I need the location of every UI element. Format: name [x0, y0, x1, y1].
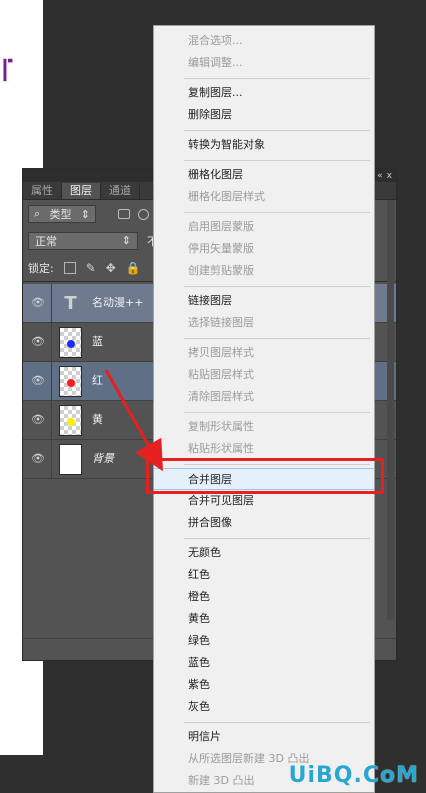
background-thumbnail: [59, 444, 82, 475]
menu-item-delete-layer[interactable]: 删除图层: [154, 104, 374, 126]
menu-item-postcard[interactable]: 明信片: [154, 726, 374, 748]
eye-icon[interactable]: 👁: [31, 413, 45, 427]
menu-item-paste-shape-attributes[interactable]: 粘贴形状属性: [154, 438, 374, 460]
menu-item-color-gray[interactable]: 灰色: [154, 696, 374, 718]
layer-filter-select[interactable]: ⌕ 类型 ⇕: [28, 205, 96, 223]
panel-scrollbar[interactable]: [387, 200, 394, 620]
merge-layers-highlight-box: [146, 458, 384, 494]
layer-name: 背景: [92, 452, 114, 465]
layer-thumbnail: [59, 366, 82, 397]
menu-item-copy-layer-style[interactable]: 拷贝图层样式: [154, 342, 374, 364]
text-layer-thumbnail: T: [64, 293, 77, 314]
menu-separator: [184, 722, 370, 723]
menu-item-paste-layer-style[interactable]: 粘贴图层样式: [154, 364, 374, 386]
chevron-updown-icon: ⇕: [80, 207, 90, 221]
thumbnail-dot: [67, 379, 75, 387]
menu-item-flatten-image[interactable]: 拼合图像: [154, 512, 374, 534]
layer-name: 名动漫++: [92, 296, 144, 309]
menu-separator: [184, 412, 370, 413]
menu-item-blending-options[interactable]: 混合选项...: [154, 30, 374, 52]
tab-channels[interactable]: 通道: [101, 183, 140, 199]
layer-divider: [51, 401, 52, 439]
menu-item-color-green[interactable]: 绿色: [154, 630, 374, 652]
doc-text-fragment-icon: ≒: [0, 55, 22, 85]
eye-icon[interactable]: 👁: [31, 374, 45, 388]
layer-thumbnail: [59, 327, 82, 358]
layer-name: 黄: [92, 413, 103, 426]
eye-icon[interactable]: 👁: [31, 452, 45, 466]
collapse-icon[interactable]: «: [377, 171, 383, 181]
menu-separator: [184, 212, 370, 213]
thumbnail-dot: [67, 340, 75, 348]
layer-name: 蓝: [92, 335, 103, 348]
chevron-updown-icon: ⇕: [121, 234, 131, 247]
menu-item-clear-layer-style[interactable]: 清除图层样式: [154, 386, 374, 408]
tab-properties[interactable]: 属性: [23, 183, 62, 199]
lock-icon[interactable]: 🔒: [126, 262, 141, 274]
menu-separator: [184, 538, 370, 539]
menu-item-color-orange[interactable]: 橙色: [154, 586, 374, 608]
menu-item-color-blue[interactable]: 蓝色: [154, 652, 374, 674]
thumbnail-dot: [67, 418, 75, 426]
layer-divider: [51, 440, 52, 478]
menu-item-duplicate-layer[interactable]: 复制图层...: [154, 82, 374, 104]
menu-item-select-linked-layers[interactable]: 选择链接图层: [154, 312, 374, 334]
layer-divider: [51, 323, 52, 361]
menu-item-color-yellow[interactable]: 黄色: [154, 608, 374, 630]
layer-thumbnail: [59, 405, 82, 436]
brush-icon[interactable]: ✎: [86, 262, 96, 274]
adjustment-filter-icon[interactable]: [138, 208, 149, 220]
menu-item-color-red[interactable]: 红色: [154, 564, 374, 586]
layer-name: 红: [92, 374, 103, 387]
search-icon: ⌕: [34, 207, 41, 220]
eye-icon[interactable]: 👁: [31, 296, 45, 310]
blend-mode-value: 正常: [35, 234, 57, 248]
menu-item-rasterize-layer[interactable]: 栅格化图层: [154, 164, 374, 186]
image-filter-icon[interactable]: [118, 209, 130, 219]
layer-divider: [51, 284, 52, 322]
menu-separator: [184, 286, 370, 287]
layer-divider: [51, 362, 52, 400]
move-icon[interactable]: ✥: [106, 262, 116, 274]
filter-label: 类型: [49, 208, 72, 221]
menu-item-enable-layer-mask[interactable]: 启用图层蒙版: [154, 216, 374, 238]
menu-separator: [184, 160, 370, 161]
menu-item-create-clipping-mask[interactable]: 创建剪贴蒙版: [154, 260, 374, 282]
menu-item-link-layers[interactable]: 链接图层: [154, 290, 374, 312]
watermark: UiBQ.CoM: [288, 763, 419, 788]
menu-item-color-violet[interactable]: 紫色: [154, 674, 374, 696]
tab-layers[interactable]: 图层: [62, 183, 101, 199]
menu-item-convert-smart-object[interactable]: 转换为智能对象: [154, 134, 374, 156]
menu-item-edit-adjustment[interactable]: 编辑调整...: [154, 52, 374, 74]
menu-separator: [184, 130, 370, 131]
menu-item-color-none[interactable]: 无颜色: [154, 542, 374, 564]
filter-icons: [118, 208, 149, 220]
close-icon[interactable]: x: [387, 171, 392, 181]
lock-transparent-icon[interactable]: [63, 261, 76, 274]
panel-controls: « x: [377, 169, 392, 182]
eye-icon[interactable]: 👁: [31, 335, 45, 349]
menu-item-disable-vector-mask[interactable]: 停用矢量蒙版: [154, 238, 374, 260]
menu-separator: [184, 338, 370, 339]
blend-mode-select[interactable]: 正常 ⇕: [28, 231, 138, 250]
lock-label: 锁定:: [28, 261, 54, 275]
menu-separator: [184, 78, 370, 79]
menu-item-copy-shape-attributes[interactable]: 复制形状属性: [154, 416, 374, 438]
menu-item-rasterize-layer-style[interactable]: 栅格化图层样式: [154, 186, 374, 208]
layer-context-menu: 混合选项... 编辑调整... 复制图层... 删除图层 转换为智能对象 栅格化…: [153, 25, 375, 793]
